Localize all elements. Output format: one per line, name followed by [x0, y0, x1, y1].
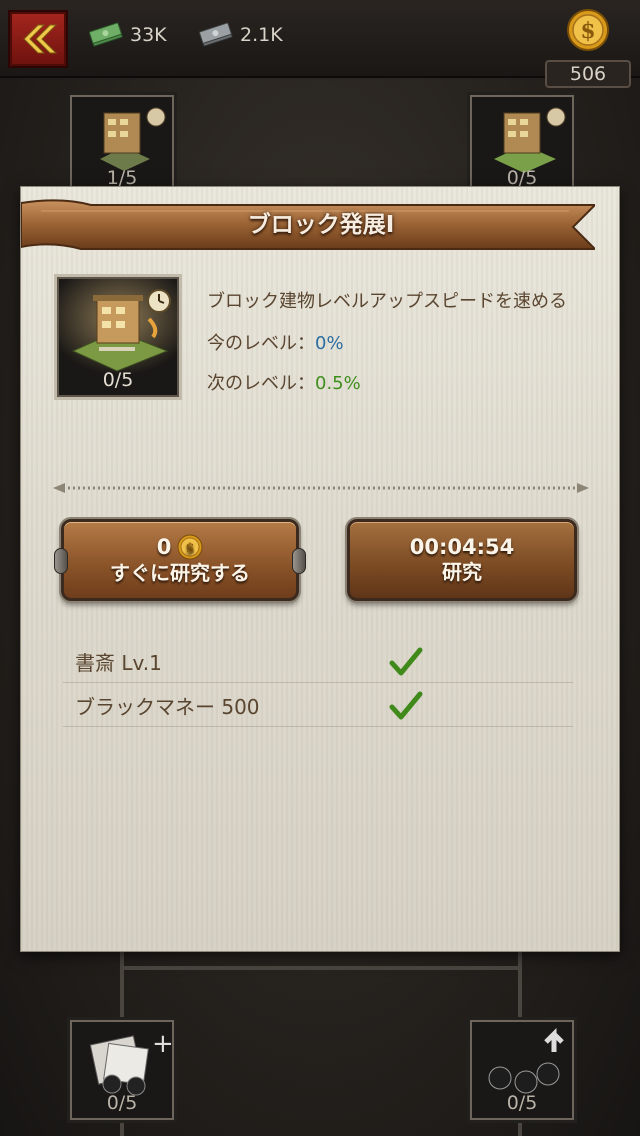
- tree-node-bottom-left[interactable]: + 0/5: [70, 1020, 174, 1120]
- tree-node-count: 0/5: [506, 1092, 538, 1114]
- tree-node-top-right[interactable]: 0/5: [470, 95, 574, 195]
- svg-text:+: +: [152, 1029, 174, 1059]
- black-money-resource[interactable]: 2.1K: [198, 22, 283, 48]
- research-time: 00:04:54: [409, 535, 515, 559]
- requirement-row: ブラックマネー 500: [63, 685, 573, 727]
- gold-amount-box[interactable]: 506: [545, 60, 631, 88]
- tree-connector: [518, 1118, 522, 1136]
- black-money-bundle-icon: [199, 22, 233, 47]
- documents-glasses-icon: +: [89, 1029, 174, 1096]
- research-label: 研究: [442, 560, 482, 584]
- next-level-label: 次のレベル：: [207, 373, 315, 394]
- svg-text:$: $: [580, 18, 595, 44]
- dialog-title: ブロック発展I: [247, 212, 395, 238]
- tree-node-count: 0/5: [106, 1092, 138, 1114]
- instant-research-button[interactable]: 0 $ すぐに研究する: [54, 519, 306, 601]
- cash-amount: 33K: [130, 24, 167, 46]
- gold-coin-icon: $: [177, 534, 203, 560]
- tree-connector: [120, 966, 522, 970]
- button-rivet: [292, 548, 306, 574]
- current-level-row: 今のレベル：0%: [207, 329, 344, 355]
- block-building-icon: [59, 279, 177, 375]
- current-level-label: 今のレベル：: [207, 333, 315, 354]
- checkmark-icon: [389, 691, 423, 720]
- ornamental-divider: [53, 483, 589, 493]
- button-rivet: [54, 548, 68, 574]
- double-chevron-left-icon: [23, 24, 58, 54]
- block-building-icon: [494, 107, 566, 173]
- requirement-row: 書斎 Lv.1: [63, 641, 573, 683]
- research-level-count: 0/5: [102, 369, 134, 391]
- gold-amount: 506: [569, 63, 607, 85]
- requirement-label: 書斎 Lv.1: [75, 651, 162, 675]
- research-description: ブロック建物レベルアップスピードを速める: [207, 291, 567, 312]
- back-button[interactable]: [8, 10, 68, 68]
- research-item-icon-frame: 0/5: [57, 277, 179, 397]
- tree-connector: [518, 952, 522, 1022]
- tree-node-bottom-right[interactable]: 0/5: [470, 1020, 574, 1120]
- cash-bundle-icon: [89, 22, 123, 47]
- cash-resource[interactable]: 33K: [88, 22, 167, 48]
- tree-connector: [120, 1118, 124, 1136]
- resource-bar: 33K 2.1K $ 506: [0, 0, 640, 88]
- instant-cost: 0: [156, 535, 172, 559]
- instant-cost-row: 0 $: [157, 534, 204, 560]
- gold-coin-icon: $: [567, 9, 609, 51]
- block-building-icon: [100, 107, 166, 171]
- requirement-label: ブラックマネー 500: [75, 695, 260, 719]
- research-detail-dialog: ブロック発展I 0/5 ブロック建物レベルアップスピードを速める 今のレベル：0…: [20, 186, 620, 952]
- current-level-value: 0%: [315, 333, 344, 354]
- checkmark-icon: [389, 647, 423, 676]
- next-level-value: 0.5%: [315, 373, 361, 394]
- tree-node-top-left[interactable]: 1/5: [70, 95, 174, 195]
- next-level-row: 次のレベル：0.5%: [207, 369, 361, 395]
- instant-research-label: すぐに研究する: [110, 561, 250, 585]
- svg-text:$: $: [186, 541, 195, 556]
- tree-connector: [120, 952, 124, 1022]
- glasses-upgrade-icon: [488, 1027, 564, 1094]
- research-button[interactable]: 00:04:54 研究: [347, 519, 577, 601]
- black-money-amount: 2.1K: [240, 24, 283, 46]
